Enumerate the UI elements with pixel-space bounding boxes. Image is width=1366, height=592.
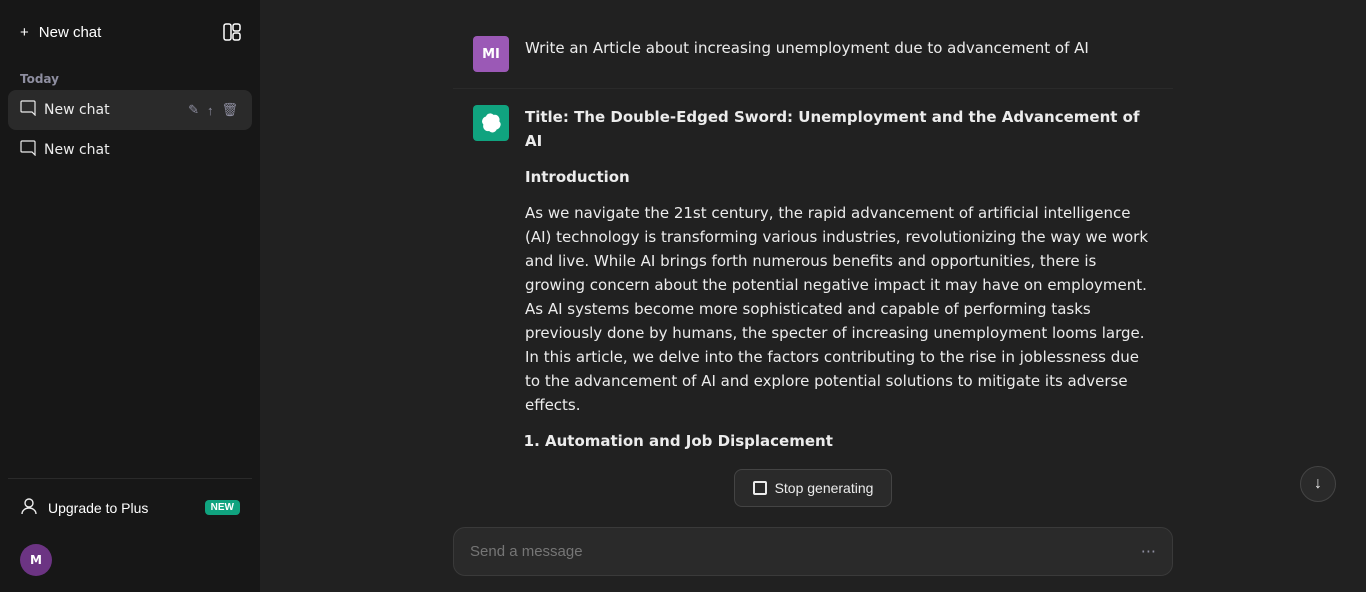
edit-chat-button[interactable]: ✎ [186, 100, 201, 120]
more-options-icon[interactable]: ··· [1141, 542, 1156, 561]
section-item-1: Automation and Job Displacement [545, 429, 1153, 453]
share-chat-button[interactable]: ↑ [205, 101, 216, 120]
layout-icon [223, 23, 241, 41]
ai-sections-list: Automation and Job Displacement [525, 429, 1153, 453]
ai-message-row: Title: The Double-Edged Sword: Unemploym… [473, 105, 1153, 469]
new-badge: NEW [205, 500, 240, 515]
message-input[interactable] [470, 543, 1131, 560]
sidebar-item-chat-2[interactable]: New chat [8, 130, 252, 170]
user-message: MI Write an Article about increasing une… [453, 20, 1173, 88]
input-box: ··· [453, 527, 1173, 576]
chat-item-label: New chat [44, 102, 110, 118]
chat-messages: MI Write an Article about increasing une… [260, 0, 1366, 469]
stop-btn-area: Stop generating [260, 469, 1366, 515]
input-area: ··· [433, 515, 1193, 592]
user-message-content: Write an Article about increasing unempl… [525, 36, 1153, 72]
sidebar-bottom: Upgrade to Plus NEW M [8, 478, 252, 584]
ai-message-content: Title: The Double-Edged Sword: Unemploym… [525, 105, 1153, 469]
ai-avatar [473, 105, 509, 141]
user-avatar-message: MI [473, 36, 509, 72]
chevron-down-icon: ↓ [1314, 475, 1322, 493]
plus-icon: + [20, 24, 29, 41]
new-chat-label: New chat [39, 24, 102, 41]
sidebar-layout-button[interactable] [212, 12, 252, 52]
upgrade-label: Upgrade to Plus [48, 500, 148, 516]
chat-icon [20, 100, 36, 120]
scroll-to-bottom-button[interactable]: ↓ [1300, 466, 1336, 502]
user-message-row: MI Write an Article about increasing une… [473, 36, 1153, 72]
upgrade-to-plus-button[interactable]: Upgrade to Plus NEW [8, 487, 252, 528]
sidebar-item-chat-1[interactable]: New chat ✎ ↑ 🗑 [8, 90, 252, 130]
user-avatar: M [20, 544, 52, 576]
new-chat-button[interactable]: + New chat [8, 14, 204, 51]
ai-message: Title: The Double-Edged Sword: Unemploym… [453, 89, 1173, 469]
delete-chat-button[interactable]: 🗑 [219, 100, 240, 120]
main-chat: MI Write an Article about increasing une… [260, 0, 1366, 592]
chat-icon-2 [20, 140, 36, 160]
sidebar-top: + New chat [8, 8, 252, 56]
user-profile-area: M [8, 536, 252, 584]
stop-generating-button[interactable]: Stop generating [734, 469, 893, 507]
sidebar: + New chat Today New chat ✎ ↑ 🗑 [0, 0, 260, 592]
stop-icon [753, 481, 767, 495]
user-icon [20, 497, 38, 518]
chat-actions: ✎ ↑ 🗑 [186, 100, 240, 120]
chat-item-label-2: New chat [44, 142, 110, 158]
today-label: Today [8, 64, 252, 90]
